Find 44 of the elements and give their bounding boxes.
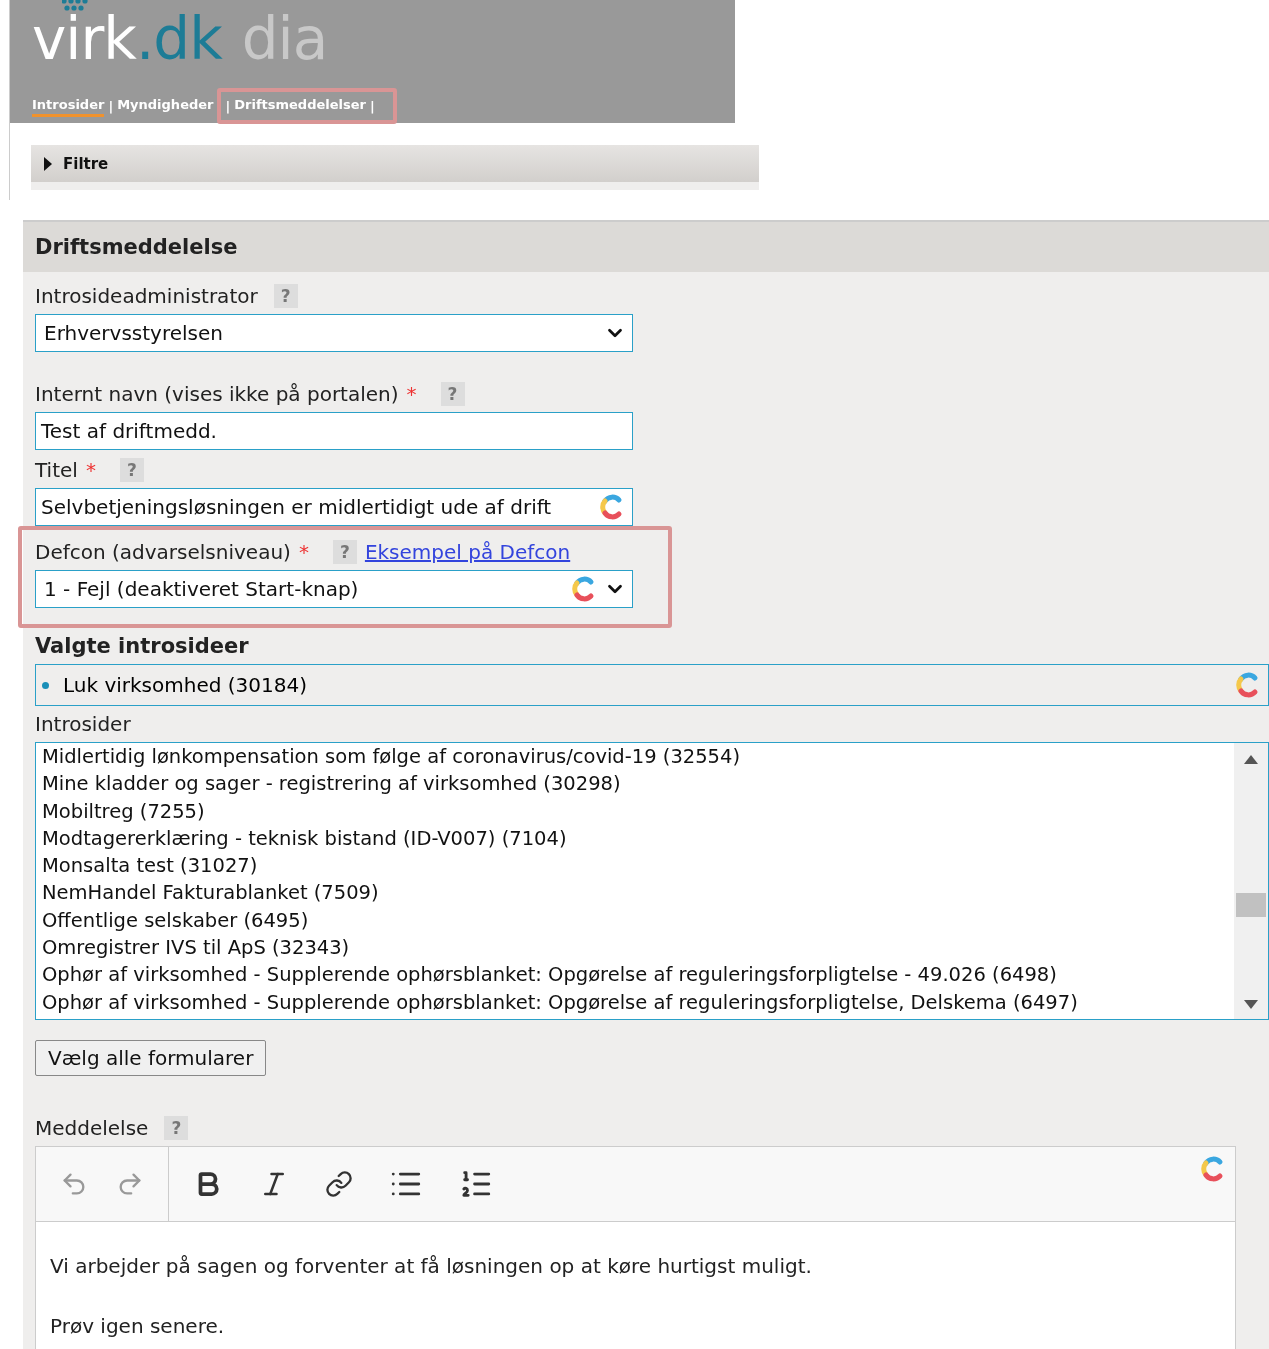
panel-title: Driftsmeddelelse bbox=[23, 220, 1269, 272]
message-paragraph: Prøv igen senere. bbox=[50, 1314, 226, 1338]
list-item[interactable]: Monsalta test (31027) bbox=[42, 852, 1228, 880]
filter-toggle[interactable]: Filtre bbox=[31, 145, 759, 190]
section-heading: Valgte introsideer bbox=[35, 633, 250, 660]
select-all-button[interactable]: Vælg alle formularer bbox=[35, 1040, 267, 1076]
field-label: Introsider bbox=[35, 712, 131, 736]
input-field[interactable]: Test af driftmedd. bbox=[35, 412, 633, 450]
field-label: Introsideadministrator bbox=[35, 284, 258, 308]
list-item[interactable]: Mine kladder og sager - registrering af virksomhed (30298) bbox=[42, 770, 1228, 798]
list-item[interactable]: Ophør af virksomhed - Supplerende ophørsblanket: Opgørelse af reguleringsforpligtelse - 49.026 (6498) bbox=[42, 961, 1228, 989]
caret-right-icon bbox=[43, 156, 53, 171]
list-item[interactable]: Omregistrer IVS til ApS (32343) bbox=[42, 934, 1228, 962]
separator: | bbox=[370, 98, 375, 114]
input-field[interactable]: Selvbetjeningsløsningen er midlertidigt ude af drift bbox=[35, 488, 633, 526]
list-box[interactable] bbox=[35, 742, 1269, 1020]
list-item[interactable]: Mobiltreg (7255) bbox=[42, 797, 1228, 825]
field-label: Titel bbox=[35, 458, 78, 482]
scroll-thumb[interactable] bbox=[1236, 893, 1266, 917]
separator: | bbox=[225, 98, 231, 114]
scroll-down-icon bbox=[1244, 1000, 1258, 1009]
list-item[interactable]: NemHandel Fakturablanket (7509) bbox=[42, 879, 1228, 907]
defcon-select[interactable]: 1 - Fejl (deaktiveret Start-knap) bbox=[35, 570, 633, 608]
list-item[interactable]: Ophør af virksomhed - Supplerende ophørsblanket: Opgørelse af reguleringsforpligtelse, Delskema (6497) bbox=[42, 988, 1228, 1016]
bullet-icon bbox=[42, 681, 49, 689]
required-mark: * bbox=[298, 540, 309, 564]
rich-text-editor[interactable]: Vi arbejder på sagen og forventer at få løsningen op at køre hurtigst muligt. Prøv igen senere. bbox=[35, 1146, 1236, 1349]
required-mark: * bbox=[406, 382, 417, 406]
list-item[interactable]: Modtagererklæring - teknisk bistand (ID-V007) (7104) bbox=[42, 824, 1228, 853]
field-label: Defcon (advarselsniveau) bbox=[35, 540, 291, 564]
field-label: Internt navn (vises ikke på portalen) bbox=[35, 382, 399, 406]
message-paragraph: Vi arbejder på sagen og forventer at få løsningen op at køre hurtigst muligt. bbox=[50, 1254, 813, 1278]
separator: | bbox=[108, 98, 114, 114]
list-item[interactable]: Offentlige selskaber (6495) bbox=[42, 906, 1228, 935]
link-button[interactable] bbox=[325, 1170, 353, 1198]
list-item[interactable]: Luk virksomhed (30184) bbox=[63, 673, 1220, 697]
field-label: Meddelelse bbox=[35, 1116, 149, 1140]
scroll-up-icon bbox=[1244, 755, 1258, 764]
required-mark: * bbox=[85, 458, 96, 482]
example-link[interactable]: Eksempel på Defcon bbox=[364, 540, 571, 564]
list-item[interactable]: Midlertidig lønkompensation som følge af coronavirus/covid-19 (32554) bbox=[42, 743, 1228, 771]
scrollbar[interactable] bbox=[1234, 743, 1268, 1019]
admin-select[interactable]: Erhvervsstyrelsen bbox=[35, 314, 633, 352]
dots-icon bbox=[62, 0, 88, 12]
